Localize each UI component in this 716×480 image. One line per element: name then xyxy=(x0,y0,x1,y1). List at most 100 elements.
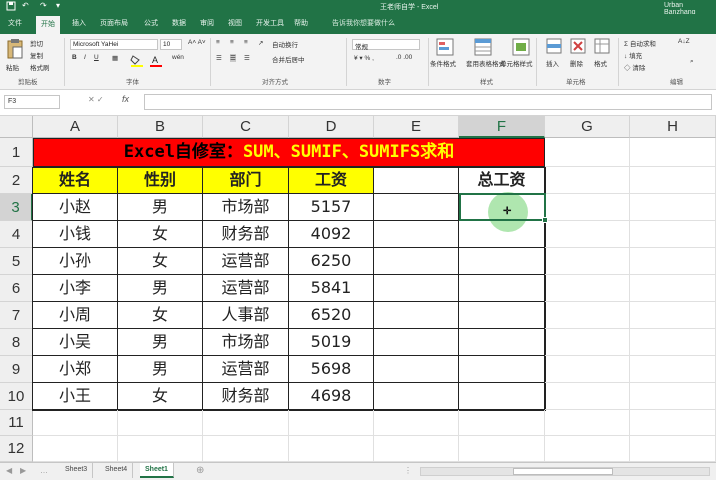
paste-label[interactable]: 粘贴 xyxy=(6,62,19,72)
paste-icon[interactable] xyxy=(6,38,24,62)
table-cell-dept[interactable]: 人事部 xyxy=(203,302,289,329)
row-header-1[interactable]: 1 xyxy=(0,138,33,167)
cell-empty[interactable] xyxy=(630,275,716,302)
cell-empty[interactable] xyxy=(630,329,716,356)
insert-cells-icon[interactable] xyxy=(546,38,562,56)
table-cell-empty[interactable] xyxy=(374,194,459,221)
cell-empty[interactable] xyxy=(630,248,716,275)
table-cell-gender[interactable]: 男 xyxy=(118,356,203,383)
cell-empty[interactable] xyxy=(289,436,374,462)
insert-cells-button[interactable]: 插入 xyxy=(546,58,559,68)
row-header-10[interactable]: 10 xyxy=(0,383,33,410)
cell-empty[interactable] xyxy=(545,383,630,410)
cell-empty[interactable] xyxy=(545,302,630,329)
conditional-format-button[interactable]: 条件格式 xyxy=(430,58,456,68)
align-left-icon[interactable]: ☰ xyxy=(216,54,222,62)
format-painter-button[interactable]: 格式刷 xyxy=(30,62,50,72)
cell-empty[interactable] xyxy=(545,436,630,462)
cell-empty[interactable] xyxy=(630,436,716,462)
horizontal-scrollbar[interactable] xyxy=(420,467,710,476)
title-merged-cell[interactable]: Excel自修室：SUM、SUMIF、SUMIFS求和 xyxy=(33,138,545,167)
cell-empty[interactable] xyxy=(545,329,630,356)
fill-handle[interactable] xyxy=(542,217,548,223)
table-cell-gender[interactable]: 女 xyxy=(118,248,203,275)
align-middle-icon[interactable]: ≡ xyxy=(230,39,234,46)
row-header-3[interactable]: 3 xyxy=(0,194,33,221)
header-cell-gender[interactable]: 性别 xyxy=(118,167,203,194)
name-box[interactable]: F3 xyxy=(4,95,60,109)
cell-empty[interactable] xyxy=(545,248,630,275)
align-bottom-icon[interactable]: ≡ xyxy=(244,39,248,46)
tab-review[interactable]: 审阅 xyxy=(200,18,214,28)
cell-empty[interactable] xyxy=(459,436,545,462)
save-icon[interactable] xyxy=(6,1,16,13)
insert-function-icon[interactable]: fx xyxy=(122,94,129,104)
grow-font-icon[interactable]: A˄ A˅ xyxy=(188,39,206,46)
italic-icon[interactable]: I xyxy=(84,54,86,61)
cell-empty[interactable] xyxy=(630,302,716,329)
column-header-e[interactable]: E xyxy=(374,116,459,138)
sheet-tab-sheet3[interactable]: Sheet3 xyxy=(60,463,94,478)
cut-button[interactable]: 剪切 xyxy=(30,38,43,48)
table-cell-name[interactable]: 小钱 xyxy=(33,221,118,248)
header-cell-name[interactable]: 姓名 xyxy=(33,167,118,194)
table-cell-gender[interactable]: 女 xyxy=(118,383,203,410)
cell-empty[interactable] xyxy=(203,410,289,436)
cell-empty[interactable] xyxy=(545,275,630,302)
row-header-8[interactable]: 8 xyxy=(0,329,33,356)
wrap-text-button[interactable]: 自动换行 xyxy=(272,39,298,49)
table-cell-empty[interactable] xyxy=(374,275,459,302)
cell-styles-icon[interactable] xyxy=(512,38,530,58)
row-header-5[interactable]: 5 xyxy=(0,248,33,275)
column-header-d[interactable]: D xyxy=(289,116,374,138)
row-header-4[interactable]: 4 xyxy=(0,221,33,248)
table-cell-name[interactable]: 小周 xyxy=(33,302,118,329)
tab-home[interactable]: 开始 xyxy=(36,16,60,34)
table-cell-empty[interactable] xyxy=(374,383,459,410)
table-cell-gender[interactable]: 男 xyxy=(118,194,203,221)
autosum-button[interactable]: Σ 自动求和 xyxy=(624,38,656,48)
table-cell-total[interactable] xyxy=(459,383,545,410)
row-header-9[interactable]: 9 xyxy=(0,356,33,383)
find-select-icon[interactable]: ⌕ xyxy=(690,58,694,66)
table-cell-gender[interactable]: 女 xyxy=(118,221,203,248)
delete-cells-icon[interactable] xyxy=(570,38,586,56)
cell-empty[interactable] xyxy=(545,194,630,221)
sort-filter-button[interactable]: A↓Z xyxy=(678,38,690,45)
cell-empty[interactable] xyxy=(545,356,630,383)
tab-developer[interactable]: 开发工具 xyxy=(256,18,284,28)
cell-empty[interactable] xyxy=(630,356,716,383)
table-cell-dept[interactable]: 运营部 xyxy=(203,356,289,383)
table-cell-gender[interactable]: 男 xyxy=(118,329,203,356)
table-cell-total[interactable] xyxy=(459,275,545,302)
table-cell-dept[interactable]: 市场部 xyxy=(203,194,289,221)
prev-sheet-icon[interactable]: ◀ xyxy=(6,466,12,475)
align-top-icon[interactable]: ≡ xyxy=(216,39,220,46)
cell-empty[interactable] xyxy=(33,410,118,436)
tell-me-search[interactable]: 告诉我你想要做什么 xyxy=(332,18,395,28)
table-cell-salary[interactable]: 4698 xyxy=(289,383,374,410)
column-header-g[interactable]: G xyxy=(545,116,630,138)
table-cell-salary[interactable]: 5019 xyxy=(289,329,374,356)
table-cell-salary[interactable]: 5698 xyxy=(289,356,374,383)
cell-empty[interactable] xyxy=(630,383,716,410)
table-cell-dept[interactable]: 财务部 xyxy=(203,383,289,410)
cell-empty[interactable] xyxy=(203,436,289,462)
table-cell-dept[interactable]: 财务部 xyxy=(203,221,289,248)
phonetic-icon[interactable]: wén xyxy=(172,54,184,61)
table-cell-gender[interactable]: 女 xyxy=(118,302,203,329)
format-cells-button[interactable]: 格式 xyxy=(594,58,607,68)
table-cell-dept[interactable]: 运营部 xyxy=(203,275,289,302)
table-cell-dept[interactable]: 市场部 xyxy=(203,329,289,356)
merge-center-button[interactable]: 合并后居中 xyxy=(272,54,305,64)
table-cell-total[interactable] xyxy=(459,356,545,383)
table-cell-empty[interactable] xyxy=(374,248,459,275)
header-cell-total[interactable]: 总工资 xyxy=(459,167,545,194)
format-cells-icon[interactable] xyxy=(594,38,610,56)
cell-styles-button[interactable]: 单元格样式 xyxy=(500,58,533,68)
cell-empty[interactable] xyxy=(630,410,716,436)
table-cell-salary[interactable]: 6520 xyxy=(289,302,374,329)
tab-insert[interactable]: 插入 xyxy=(72,18,86,28)
table-cell-total[interactable] xyxy=(459,248,545,275)
tab-view[interactable]: 视图 xyxy=(228,18,242,28)
